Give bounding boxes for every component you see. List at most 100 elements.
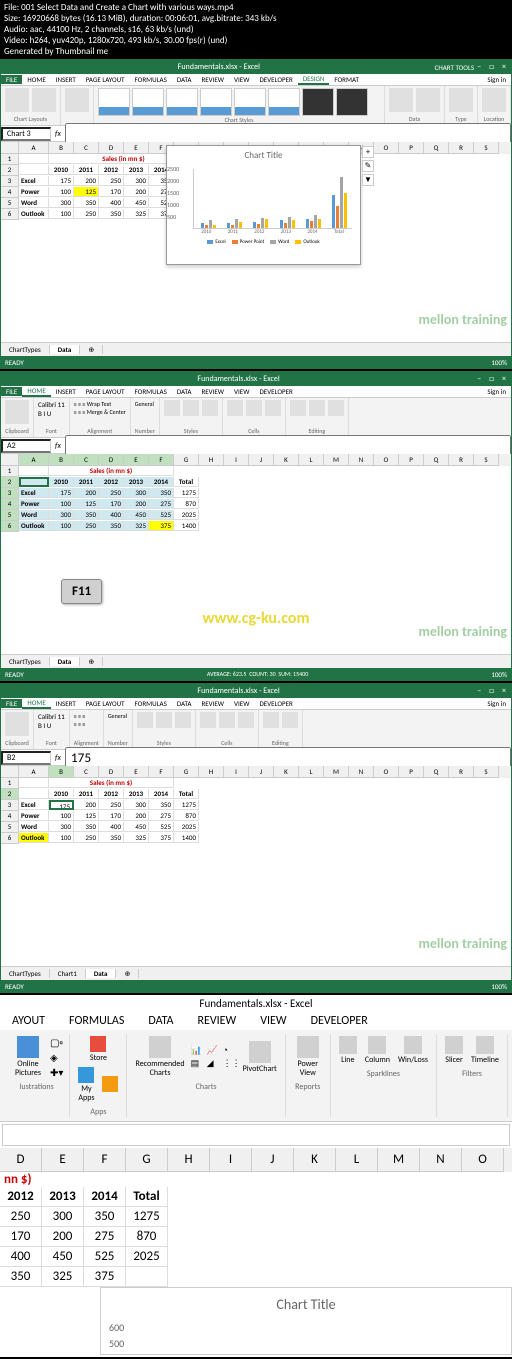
move-chart-button[interactable] (482, 88, 506, 112)
chart-style-2[interactable] (132, 88, 164, 116)
sparkline-line-button[interactable]: Line (337, 1034, 359, 1067)
area-chart-button[interactable]: ◢ (207, 1058, 221, 1069)
col-E[interactable]: E (124, 142, 149, 154)
tab-review[interactable]: REVIEW (196, 387, 229, 396)
bing-maps-button[interactable] (100, 1074, 120, 1096)
chart-style-7[interactable] (302, 88, 334, 116)
add-chart-element-button[interactable] (5, 88, 29, 112)
tab-file[interactable]: FILE (1, 387, 22, 396)
minimize-button[interactable]: ‒ (474, 374, 484, 384)
chart-style-3[interactable] (166, 88, 198, 116)
find-select-button[interactable] (328, 400, 344, 416)
sparkline-column-button[interactable]: Column (363, 1034, 392, 1067)
fx-icon[interactable]: fx (51, 129, 65, 139)
chart-style-6[interactable] (268, 88, 300, 116)
column-chart-button[interactable]: 📊 (191, 1045, 205, 1056)
tab-insert[interactable]: INSERT (51, 387, 81, 396)
sheet-tab-data[interactable]: Data (50, 345, 81, 354)
close-button[interactable]: × (499, 374, 509, 384)
col-P[interactable]: P (399, 142, 424, 154)
sort-filter-button[interactable] (309, 400, 325, 416)
format-as-table-button[interactable] (183, 400, 199, 416)
insert-cells-button[interactable] (227, 400, 243, 416)
col-A[interactable]: A (19, 142, 49, 154)
select-data-button[interactable] (416, 88, 440, 112)
paste-button[interactable] (5, 712, 29, 736)
scatter-chart-button[interactable]: ⋮⋮ (223, 1058, 237, 1069)
sheet-tab-charttypes[interactable]: ChartTypes (1, 657, 50, 666)
tab-developer[interactable]: DEVELOPER (254, 75, 297, 84)
chart-filter-button[interactable]: ▼ (362, 174, 374, 186)
chart-style-8[interactable] (336, 88, 368, 116)
store-button[interactable]: Store (88, 1034, 109, 1065)
cell-styles-button[interactable] (202, 400, 218, 416)
chart-title[interactable]: Chart Title (101, 1288, 511, 1321)
smartart-button[interactable]: ◈ (50, 1051, 63, 1064)
embedded-chart[interactable]: + ✎ ▼ Chart Title 2500 2000 1500 1000 50… (166, 145, 361, 265)
tab-data[interactable]: DATA (172, 387, 197, 396)
formula-bar[interactable] (65, 123, 511, 144)
tab-home[interactable]: HOME (22, 386, 50, 397)
tab-insert[interactable]: INSERT (51, 75, 81, 84)
maximize-button[interactable]: □ (486, 62, 497, 72)
col-O[interactable]: O (374, 142, 399, 154)
screenshot-button[interactable]: ✚▾ (50, 1066, 63, 1079)
bar-chart-button[interactable]: ▤ (191, 1058, 205, 1069)
recommended-charts-button[interactable]: Recommended Charts (133, 1034, 186, 1080)
cursor-cell[interactable]: 375 (149, 521, 174, 531)
switch-row-column-button[interactable] (389, 88, 413, 112)
col-S[interactable]: S (474, 142, 499, 154)
fx-icon[interactable]: fx (51, 753, 65, 763)
maximize-button[interactable]: □ (486, 374, 497, 384)
shapes-button[interactable]: ▢▫ (50, 1036, 63, 1049)
cursor-cell[interactable]: 125 (74, 187, 99, 197)
tab-pagelayout[interactable]: PAGE LAYOUT (81, 387, 130, 396)
formula-bar[interactable] (2, 1124, 510, 1146)
conditional-formatting-button[interactable] (164, 400, 180, 416)
chart-styles-button[interactable]: ✎ (362, 160, 374, 172)
sheet-tab-data[interactable]: Data (50, 657, 81, 666)
paste-button[interactable] (5, 400, 29, 424)
chart-styles-gallery[interactable] (98, 88, 380, 116)
tab-formulas[interactable]: FORMULAS (130, 387, 172, 396)
pivotchart-button[interactable]: PivotChart (241, 1039, 279, 1076)
format-cells-button[interactable] (265, 400, 281, 416)
fontsize-selector[interactable]: 11 (58, 400, 65, 409)
online-pictures-button[interactable]: Online Pictures (10, 1034, 46, 1080)
sheet-tab-add[interactable]: ⊕ (80, 345, 103, 354)
tab-pagelayout[interactable]: PAGE LAYOUT (81, 75, 130, 84)
pie-chart-button[interactable]: ◔ (223, 1045, 237, 1056)
embedded-chart-big[interactable]: Chart Title 600 500 (100, 1287, 512, 1355)
tab-format[interactable]: FORMAT (329, 75, 364, 84)
chart-title[interactable]: Chart Title (167, 146, 360, 165)
formula-bar[interactable] (65, 747, 511, 768)
power-view-button[interactable]: Power View (292, 1034, 324, 1080)
tab-formulas[interactable]: FORMULAS (130, 75, 172, 84)
tab-developer[interactable]: DEVELOPER (254, 387, 297, 396)
col-Q[interactable]: Q (424, 142, 449, 154)
autosum-button[interactable] (290, 400, 306, 416)
minimize-button[interactable]: ‒ (474, 62, 484, 72)
change-colors-button[interactable] (65, 88, 89, 112)
table-title-partial[interactable]: nn $) (0, 1172, 126, 1187)
change-chart-type-button[interactable] (449, 88, 473, 112)
close-button[interactable]: × (499, 62, 509, 72)
chart-style-4[interactable] (200, 88, 232, 116)
line-chart-button[interactable]: 📈 (207, 1045, 221, 1056)
sheet-tab-charttypes[interactable]: ChartTypes (1, 345, 50, 354)
signin-link[interactable]: Sign in (482, 75, 511, 84)
sparkline-winloss-button[interactable]: Win/Loss (396, 1034, 430, 1067)
fx-icon[interactable]: fx (51, 441, 65, 451)
tab-home[interactable]: HOME (22, 75, 50, 84)
active-cell[interactable]: 175 (49, 800, 74, 810)
chart-style-5[interactable] (234, 88, 266, 116)
tab-data[interactable]: DATA (172, 75, 197, 84)
timeline-button[interactable]: Timeline (469, 1034, 501, 1067)
name-box[interactable] (1, 751, 51, 765)
col-C[interactable]: C (74, 142, 99, 154)
tab-review[interactable]: REVIEW (196, 75, 229, 84)
number-format[interactable]: General (135, 400, 155, 408)
tab-view[interactable]: VIEW (229, 75, 254, 84)
quick-layout-button[interactable] (32, 88, 56, 112)
name-box[interactable] (1, 127, 51, 141)
